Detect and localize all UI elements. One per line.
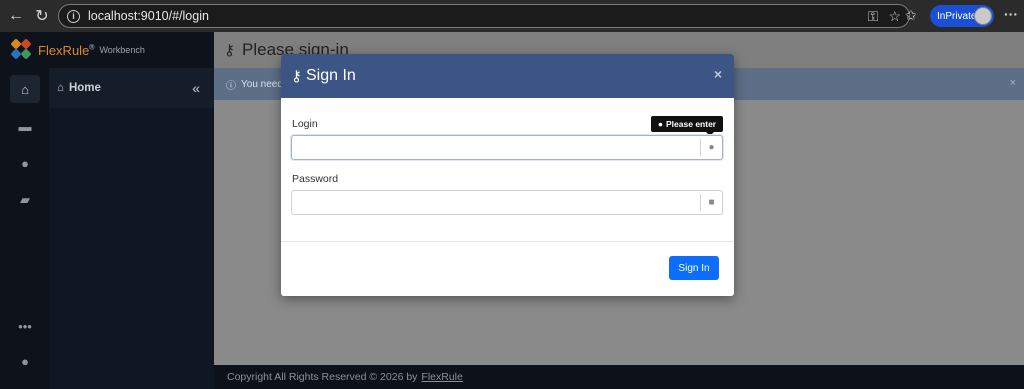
alert-info-icon: ⓘ xyxy=(226,80,236,92)
alert-close-icon[interactable]: × xyxy=(1010,77,1016,89)
avatar xyxy=(974,7,992,25)
app-logo: FlexRule® Workbench xyxy=(0,32,214,68)
sign-in-button[interactable]: Sign In xyxy=(669,256,719,280)
sidebar-item-home[interactable]: ⌂ Home « xyxy=(49,68,214,108)
home-icon: ⌂ xyxy=(57,82,64,94)
modal-title: Sign In xyxy=(306,67,356,84)
home-rail-icon[interactable]: ⌂ xyxy=(10,75,40,103)
favorites-icon[interactable]: ✩ xyxy=(905,7,917,24)
footer: Copyright All Rights Reserved © 2026 by … xyxy=(214,365,1024,389)
browser-toolbar: ← ↻ i localhost:9010/#/login ⚿ ☆ ✩ InPri… xyxy=(0,0,1024,32)
inprivate-label: InPrivate xyxy=(937,10,977,22)
tooltip-text: Please enter xyxy=(666,119,717,129)
archive-rail-icon[interactable]: ▰ xyxy=(10,186,40,214)
url-text[interactable]: localhost:9010/#/login xyxy=(88,9,209,23)
logo-reg: ® xyxy=(89,44,95,52)
login-label: Login xyxy=(292,118,318,130)
lock-icon: ■ xyxy=(700,194,722,211)
logo-name: FlexRule xyxy=(38,42,90,58)
address-bar[interactable]: i localhost:9010/#/login ⚿ ☆ xyxy=(58,4,910,28)
more-rail-icon[interactable]: ••• xyxy=(10,312,40,340)
key-title-icon: ⚷ xyxy=(224,42,235,59)
login-field: ● xyxy=(291,135,723,160)
key-icon: ⚷ xyxy=(291,68,302,85)
password-input[interactable] xyxy=(292,191,700,214)
more-icon[interactable]: ··· xyxy=(1004,6,1018,22)
sign-in-modal: ⚷ Sign In × Login ● Please enter ● Passw… xyxy=(281,54,734,296)
collapse-sidebar-icon[interactable]: « xyxy=(192,80,200,96)
login-input[interactable] xyxy=(292,136,700,159)
key-icon[interactable]: ⚿ xyxy=(868,8,879,25)
footer-link[interactable]: FlexRule xyxy=(421,371,462,383)
profile-rail-icon[interactable]: ● xyxy=(10,347,40,375)
modal-close-icon[interactable]: × xyxy=(714,66,722,82)
star-icon[interactable]: ☆ xyxy=(888,8,901,25)
alert-text: You need xyxy=(241,78,283,90)
modal-divider xyxy=(281,241,734,242)
password-field: ■ xyxy=(291,190,723,215)
server-rail-icon[interactable]: ▬ xyxy=(10,112,40,140)
refresh-icon[interactable]: ↻ xyxy=(29,3,55,29)
user-rail-icon[interactable]: ● xyxy=(10,149,40,177)
back-icon[interactable]: ← xyxy=(3,3,29,29)
sidebar: ⌂ Home « xyxy=(49,68,214,389)
footer-text: Copyright All Rights Reserved © 2026 by xyxy=(227,371,418,383)
sidebar-item-label: Home xyxy=(68,82,101,94)
flexrule-logo-icon xyxy=(10,38,34,62)
user-icon: ● xyxy=(700,139,722,156)
login-tooltip: ● Please enter xyxy=(651,116,723,136)
icon-rail: ⌂ ▬ ● ▰ ••• ● xyxy=(0,32,49,389)
inprivate-badge[interactable]: InPrivate xyxy=(930,5,994,27)
site-info-icon[interactable]: i xyxy=(67,9,80,23)
modal-header: ⚷ Sign In × xyxy=(281,54,734,98)
tooltip-user-icon: ● xyxy=(657,119,664,129)
logo-subtitle: Workbench xyxy=(99,45,145,55)
password-label: Password xyxy=(292,173,339,185)
